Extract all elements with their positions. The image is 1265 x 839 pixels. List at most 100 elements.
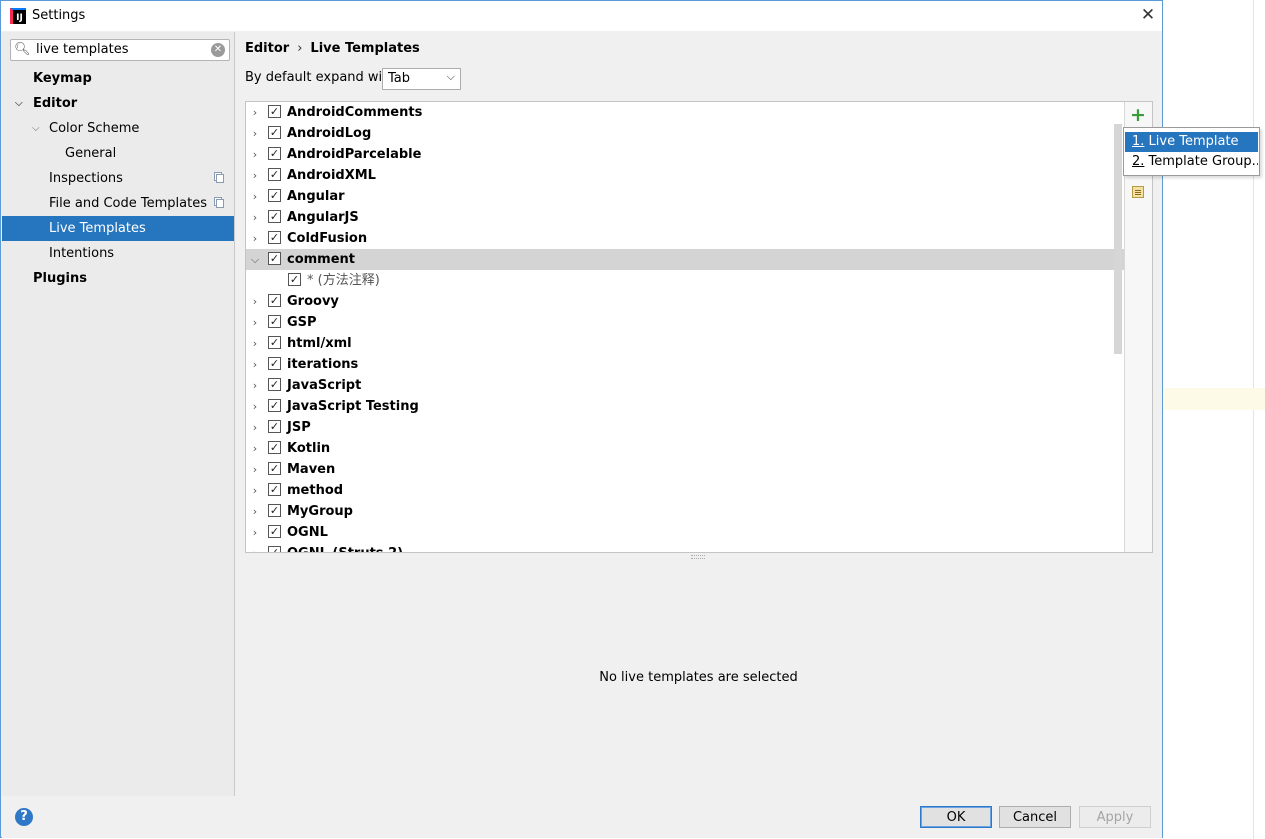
sidebar-item-intentions[interactable]: Intentions	[2, 241, 234, 266]
chevron-right-icon[interactable]: ›	[250, 312, 260, 333]
group-enabled-checkbox[interactable]: ✓	[268, 168, 281, 181]
chevron-right-icon[interactable]: ›	[250, 207, 260, 228]
template-group-label: JavaScript	[287, 378, 362, 393]
group-enabled-checkbox[interactable]: ✓	[268, 483, 281, 496]
chevron-right-icon[interactable]: ›	[250, 186, 260, 207]
template-group-row[interactable]: › ✓ AndroidParcelable	[246, 144, 1124, 165]
template-group-row[interactable]: › ✓ AndroidXML	[246, 165, 1124, 186]
chevron-right-icon[interactable]: ›	[250, 438, 260, 459]
splitter-handle[interactable]	[691, 555, 705, 559]
group-enabled-checkbox[interactable]: ✓	[268, 546, 281, 552]
chevron-down-icon[interactable]: ⌵	[15, 91, 23, 116]
chevron-right-icon[interactable]: ›	[250, 354, 260, 375]
template-row[interactable]: ✓ * (方法注释)	[246, 270, 1124, 291]
template-group-row[interactable]: › ✓ Maven	[246, 459, 1124, 480]
chevron-right-icon[interactable]: ›	[250, 102, 260, 123]
chevron-right-icon[interactable]: ›	[250, 501, 260, 522]
group-enabled-checkbox[interactable]: ✓	[268, 126, 281, 139]
help-icon[interactable]: ?	[15, 808, 33, 826]
group-enabled-checkbox[interactable]: ✓	[268, 189, 281, 202]
template-group-row[interactable]: › ✓ JSP	[246, 417, 1124, 438]
template-group-row[interactable]: › ✓ OGNL	[246, 522, 1124, 543]
clear-search-icon[interactable]: ✕	[211, 43, 225, 57]
chevron-right-icon[interactable]: ›	[250, 543, 260, 552]
template-group-row[interactable]: › ✓ Groovy	[246, 291, 1124, 312]
search-box[interactable]: 🔍︎ ✕	[10, 39, 230, 61]
group-enabled-checkbox[interactable]: ✓	[268, 252, 281, 265]
chevron-down-icon[interactable]: ⌵	[32, 116, 40, 141]
expand-with-select[interactable]: Tab ⌵	[382, 68, 461, 90]
template-group-row[interactable]: › ✓ JavaScript	[246, 375, 1124, 396]
chevron-right-icon[interactable]: ›	[250, 375, 260, 396]
chevron-right-icon[interactable]: ›	[250, 165, 260, 186]
menu-item-live-template[interactable]: 1. Live Template	[1125, 132, 1258, 152]
group-enabled-checkbox[interactable]: ✓	[268, 210, 281, 223]
menu-item-label: Template Group...	[1144, 154, 1258, 169]
template-group-row[interactable]: › ✓ AngularJS	[246, 207, 1124, 228]
sidebar-item-file-and-code-templates[interactable]: File and Code Templates	[2, 191, 234, 216]
template-group-row[interactable]: › ✓ html/xml	[246, 333, 1124, 354]
chevron-right-icon[interactable]: ›	[250, 417, 260, 438]
template-group-row[interactable]: ⌵ ✓ comment	[246, 249, 1124, 270]
chevron-right-icon[interactable]: ›	[250, 291, 260, 312]
group-enabled-checkbox[interactable]: ✓	[268, 420, 281, 433]
template-group-label: Groovy	[287, 294, 339, 309]
group-enabled-checkbox[interactable]: ✓	[268, 441, 281, 454]
template-group-row[interactable]: › ✓ iterations	[246, 354, 1124, 375]
edit-variables-icon[interactable]	[1132, 186, 1144, 198]
sidebar-item-editor[interactable]: ⌵ Editor	[2, 91, 234, 116]
template-group-row[interactable]: › ✓ AndroidComments	[246, 102, 1124, 123]
sidebar-item-inspections[interactable]: Inspections	[2, 166, 234, 191]
template-group-row[interactable]: › ✓ MyGroup	[246, 501, 1124, 522]
template-group-label: Maven	[287, 462, 336, 477]
template-group-row[interactable]: › ✓ AndroidLog	[246, 123, 1124, 144]
menu-item-template-group[interactable]: 2. Template Group...	[1125, 152, 1258, 172]
template-group-row[interactable]: › ✓ Kotlin	[246, 438, 1124, 459]
chevron-right-icon[interactable]: ›	[250, 480, 260, 501]
group-enabled-checkbox[interactable]: ✓	[268, 504, 281, 517]
group-enabled-checkbox[interactable]: ✓	[268, 378, 281, 391]
template-group-row[interactable]: › ✓ GSP	[246, 312, 1124, 333]
breadcrumb: Editor › Live Templates	[245, 41, 420, 56]
chevron-right-icon[interactable]: ›	[250, 228, 260, 249]
sidebar-item-keymap[interactable]: Keymap	[2, 66, 234, 91]
sidebar-item-color-scheme[interactable]: ⌵ Color Scheme	[2, 116, 234, 141]
chevron-right-icon[interactable]: ›	[250, 144, 260, 165]
ok-button[interactable]: OK	[920, 806, 992, 828]
group-enabled-checkbox[interactable]: ✓	[268, 231, 281, 244]
template-group-row[interactable]: › ✓ Angular	[246, 186, 1124, 207]
apply-button[interactable]: Apply	[1079, 806, 1151, 828]
template-group-row[interactable]: › ✓ ColdFusion	[246, 228, 1124, 249]
template-enabled-checkbox[interactable]: ✓	[288, 273, 301, 286]
group-enabled-checkbox[interactable]: ✓	[268, 105, 281, 118]
editor-gutter-line	[1253, 0, 1254, 839]
group-enabled-checkbox[interactable]: ✓	[268, 294, 281, 307]
chevron-right-icon[interactable]: ›	[250, 396, 260, 417]
chevron-right-icon[interactable]: ›	[250, 333, 260, 354]
cancel-button[interactable]: Cancel	[999, 806, 1071, 828]
chevron-right-icon[interactable]: ›	[250, 522, 260, 543]
template-group-row[interactable]: › ✓ OGNL (Struts 2)	[246, 543, 1124, 552]
settings-sidebar: 🔍︎ ✕ Keymap ⌵ Editor ⌵ Color Scheme Gene…	[2, 32, 234, 796]
template-group-row[interactable]: › ✓ JavaScript Testing	[246, 396, 1124, 417]
template-group-row[interactable]: › ✓ method	[246, 480, 1124, 501]
group-enabled-checkbox[interactable]: ✓	[268, 357, 281, 370]
search-input[interactable]	[36, 42, 206, 57]
sidebar-item-live-templates[interactable]: Live Templates	[2, 216, 234, 241]
group-enabled-checkbox[interactable]: ✓	[268, 462, 281, 475]
chevron-down-icon[interactable]: ⌵	[250, 249, 260, 270]
scrollbar-thumb[interactable]	[1114, 124, 1122, 354]
sidebar-item-general[interactable]: General	[2, 141, 234, 166]
group-enabled-checkbox[interactable]: ✓	[268, 399, 281, 412]
group-enabled-checkbox[interactable]: ✓	[268, 336, 281, 349]
group-enabled-checkbox[interactable]: ✓	[268, 147, 281, 160]
sidebar-item-plugins[interactable]: Plugins	[2, 266, 234, 291]
chevron-right-icon[interactable]: ›	[250, 123, 260, 144]
template-group-label: JSP	[287, 420, 311, 435]
group-enabled-checkbox[interactable]: ✓	[268, 525, 281, 538]
chevron-right-icon[interactable]: ›	[250, 459, 260, 480]
close-icon[interactable]: ✕	[1137, 4, 1159, 26]
template-group-label: html/xml	[287, 336, 352, 351]
add-icon[interactable]: +	[1130, 104, 1146, 126]
group-enabled-checkbox[interactable]: ✓	[268, 315, 281, 328]
